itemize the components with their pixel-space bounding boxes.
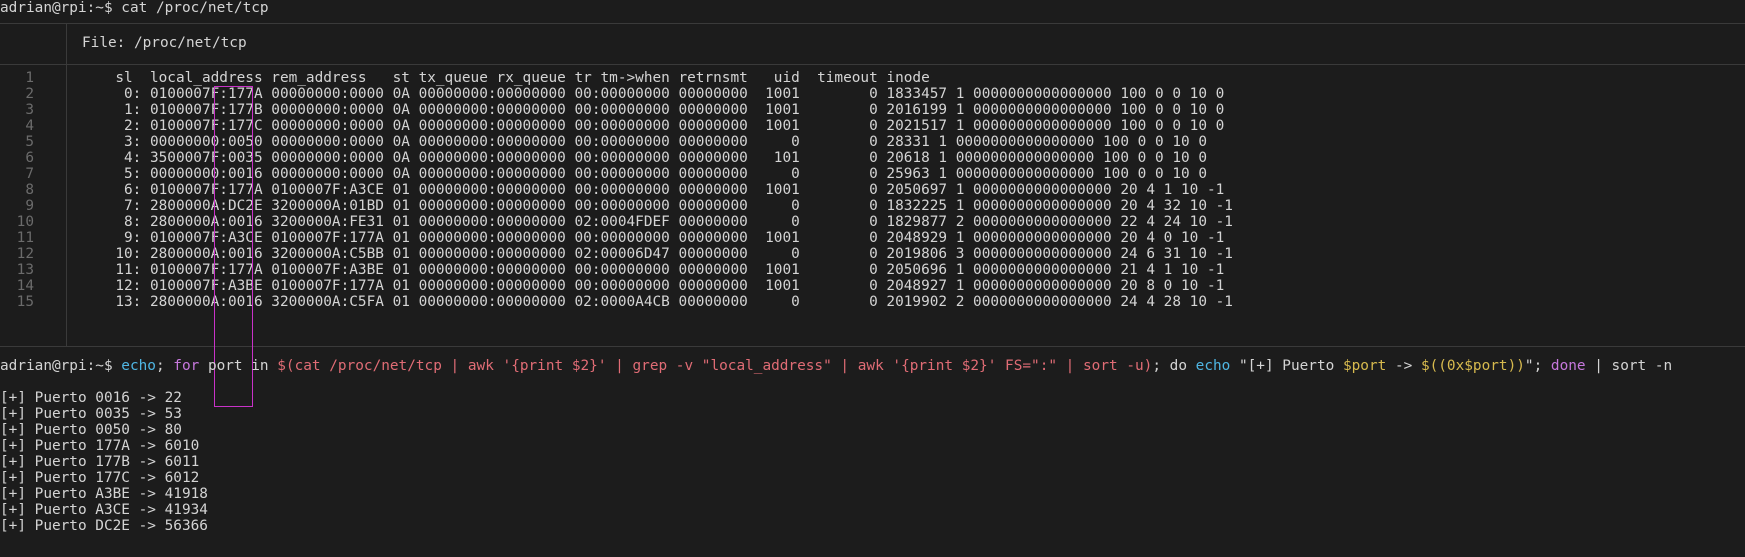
table-row: 0: 0100007F:177A 00000000:0000 0A 000000… [98, 86, 1225, 102]
cmd-do: ; do [1152, 358, 1196, 374]
line-number: 4 [25, 118, 34, 134]
command-text: cat /proc/net/tcp [121, 0, 269, 16]
output-line: [+] Puerto 0016 -> 22 [0, 390, 182, 406]
line-number: 11 [16, 230, 34, 246]
table-row: 2: 0100007F:177C 00000000:0000 0A 000000… [98, 118, 1225, 134]
line-number: 8 [25, 182, 34, 198]
table-row: 9: 0100007F:A3CE 0100007F:177A 01 000000… [98, 230, 1225, 246]
line-number: 2 [25, 86, 34, 102]
cmd-echo-2: echo [1195, 358, 1231, 374]
cmd-arrow: -> [1386, 358, 1421, 374]
output-line: [+] Puerto 177C -> 6012 [0, 470, 200, 486]
table-row: 10: 2800000A:0016 3200000A:C5BB 01 00000… [98, 246, 1233, 262]
line-number: 12 [16, 246, 34, 262]
line-number: 10 [16, 214, 34, 230]
line-number: 15 [16, 294, 34, 310]
bat-file-header: File: /proc/net/tcp [0, 23, 1745, 65]
bat-file-body: 1 2 3 4 5 6 7 8 9 10 11 12 13 14 15 sl local_address r… [0, 64, 1745, 407]
table-row: 1: 0100007F:177B 00000000:0000 0A 000000… [98, 102, 1225, 118]
table-row: 6: 0100007F:177A 0100007F:A3CE 01 000000… [98, 182, 1225, 198]
cmd-sep: ; [155, 358, 174, 374]
line-number: 9 [25, 198, 34, 214]
cmd-echo: echo [121, 358, 156, 374]
output-line: [+] Puerto 0035 -> 53 [0, 406, 182, 422]
table-row: 12: 0100007F:A3BE 0100007F:177A 01 00000… [98, 278, 1225, 294]
output-line: [+] Puerto A3BE -> 41918 [0, 486, 208, 502]
cmd-subshell: $(cat /proc/net/tcp | awk '{print $2}' |… [277, 358, 1153, 374]
line-number: 1 [25, 70, 34, 86]
table-row: 3: 00000000:0050 00000000:0000 0A 000000… [98, 134, 1207, 150]
prompt-line-2: adrian@rpi:~$ echo; for port in $(cat /p… [0, 357, 1672, 375]
cmd-arith: $((0x$port)) [1420, 358, 1525, 374]
output-line: [+] Puerto 0050 -> 80 [0, 422, 182, 438]
prompt-ps1: adrian@rpi:~$ [0, 0, 122, 16]
cmd-string-start: "[+] Puerto [1230, 358, 1343, 374]
cmd-done: done [1550, 358, 1586, 374]
file-label: File: /proc/net/tcp [82, 35, 247, 51]
cmd-sort: | sort -n [1585, 358, 1673, 374]
line-number: 3 [25, 102, 34, 118]
table-row: 5: 00000000:0016 00000000:0000 0A 000000… [98, 166, 1207, 182]
output-line: [+] Puerto 177B -> 6011 [0, 454, 200, 470]
line-number: 7 [25, 166, 34, 182]
header-gutter [0, 24, 67, 64]
line-number: 5 [25, 134, 34, 150]
output-line: [+] Puerto A3CE -> 41934 [0, 502, 208, 518]
table-row: 11: 0100007F:177A 0100007F:A3BE 01 00000… [98, 262, 1225, 278]
table-row: 13: 2800000A:0016 3200000A:C5FA 01 00000… [98, 294, 1233, 310]
table-row: 8: 2800000A:0016 3200000A:FE31 01 000000… [98, 214, 1233, 230]
cmd-var-port: $port [1342, 358, 1387, 374]
output-line: [+] Puerto 177A -> 6010 [0, 438, 200, 454]
prompt-line-1: adrian@rpi:~$ cat /proc/net/tcp [0, 0, 269, 17]
line-number: 6 [25, 150, 34, 166]
table-row: 4: 3500007F:0035 00000000:0000 0A 000000… [98, 150, 1207, 166]
line-number: 13 [16, 262, 34, 278]
cmd-for: for [173, 358, 200, 374]
line-number: 14 [16, 278, 34, 294]
cmd-string-end: "; [1524, 358, 1551, 374]
table-row: 7: 2800000A:DC2E 3200000A:01BD 01 000000… [98, 198, 1233, 214]
output-line: [+] Puerto DC2E -> 56366 [0, 518, 208, 534]
cmd-loopvar: port in [199, 358, 278, 374]
prompt-ps1: adrian@rpi:~$ [0, 358, 122, 374]
table-header-line: sl local_address rem_address st tx_queue… [98, 70, 930, 86]
